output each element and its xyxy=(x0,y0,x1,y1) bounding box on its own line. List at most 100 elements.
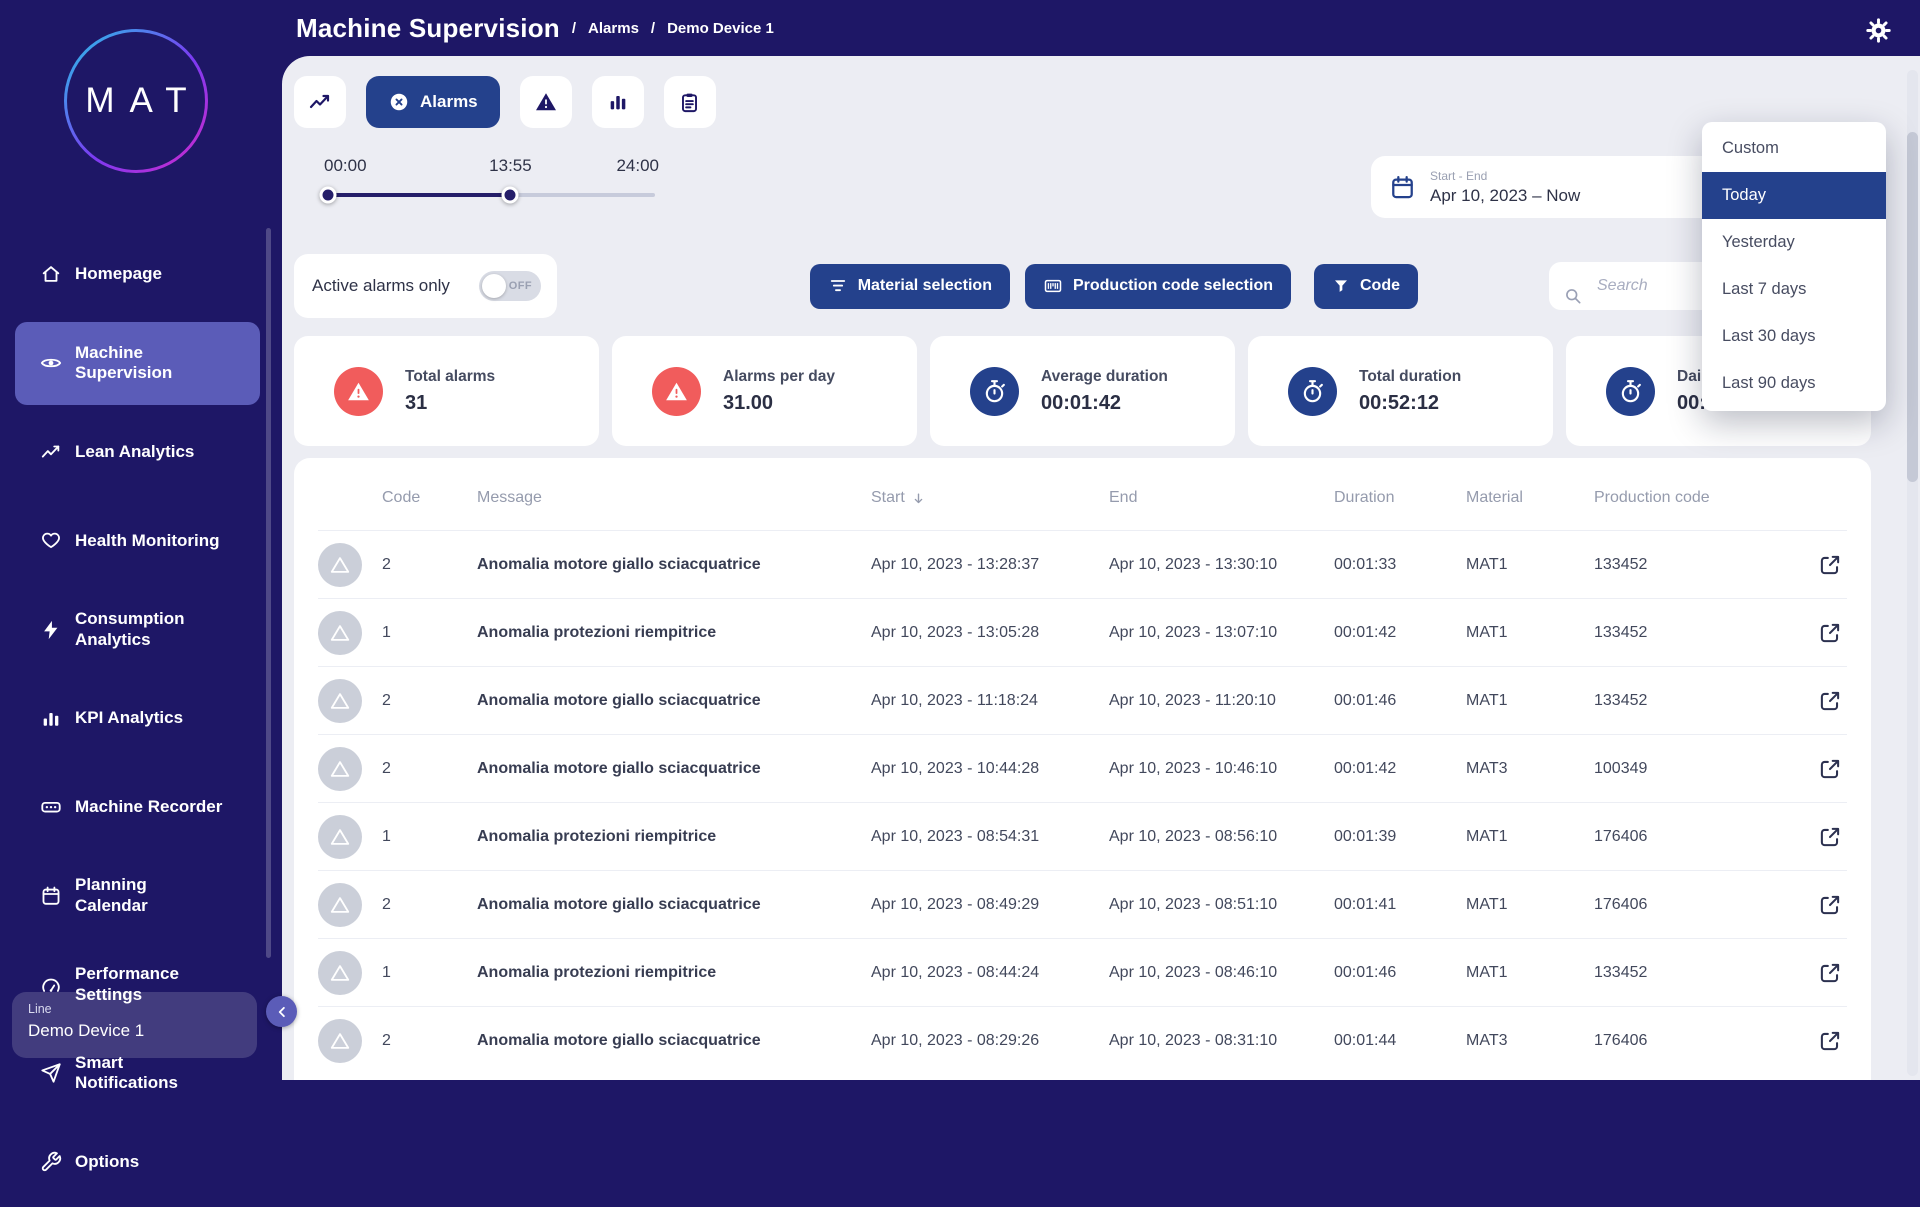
col-start-sort[interactable]: Start xyxy=(871,489,1109,507)
date-preset-option[interactable]: Yesterday xyxy=(1702,219,1886,266)
open-alarm-detail-button[interactable] xyxy=(1813,820,1847,854)
page-scrollbar-thumb[interactable] xyxy=(1907,132,1918,482)
col-message: Message xyxy=(477,489,871,507)
open-alarm-detail-button[interactable] xyxy=(1813,1024,1847,1058)
breadcrumb-device[interactable]: Demo Device 1 xyxy=(667,20,774,37)
alarm-message-cell: Anomalia motore giallo sciacquatrice xyxy=(477,896,871,914)
time-range-slider: 00:00 13:55 24:00 xyxy=(328,156,655,197)
tab-alert-list[interactable] xyxy=(520,76,572,128)
stat-card-total-duration: Total duration 00:52:12 xyxy=(1248,336,1553,446)
sidebar-item-health-monitoring[interactable]: Health Monitoring xyxy=(15,499,260,582)
active-alarms-toggle[interactable]: OFF xyxy=(479,271,541,301)
material-selection-button[interactable]: Material selection xyxy=(810,264,1010,309)
sidebar-item-planning-calendar[interactable]: Planning Calendar xyxy=(15,854,260,937)
tab-report[interactable] xyxy=(664,76,716,128)
open-alarm-detail-button[interactable] xyxy=(1813,616,1847,650)
alarm-message-cell: Anomalia protezioni riempitrice xyxy=(477,964,871,982)
alarm-state-icon xyxy=(318,679,362,723)
table-row: 2 Anomalia motore giallo sciacquatrice A… xyxy=(318,666,1847,734)
alarm-material-cell: MAT1 xyxy=(1466,692,1594,710)
sidebar-item-lean-analytics[interactable]: Lean Analytics xyxy=(15,411,260,494)
table-row: 2 Anomalia motore giallo sciacquatrice A… xyxy=(318,734,1847,802)
sidebar-item-machine-supervision[interactable]: Machine Supervision xyxy=(15,322,260,405)
tab-bar-chart[interactable] xyxy=(592,76,644,128)
sidebar-item-options[interactable]: Options xyxy=(15,1121,260,1204)
alarm-code-cell: 2 xyxy=(382,896,477,914)
open-alarm-detail-button[interactable] xyxy=(1813,684,1847,718)
settings-gear-button[interactable] xyxy=(1863,15,1894,46)
alarm-end-cell: Apr 10, 2023 - 10:46:10 xyxy=(1109,760,1334,778)
slider-current-label: 13:55 xyxy=(489,156,532,176)
date-preset-option[interactable]: Last 7 days xyxy=(1702,266,1886,313)
alarm-end-cell: Apr 10, 2023 - 13:07:10 xyxy=(1109,624,1334,642)
alarm-code-cell: 1 xyxy=(382,964,477,982)
alarm-end-cell: Apr 10, 2023 - 11:20:10 xyxy=(1109,692,1334,710)
view-tabs: Alarms xyxy=(294,76,1871,128)
breadcrumb-separator: / xyxy=(572,20,576,37)
table-row: 2 Anomalia motore giallo sciacquatrice A… xyxy=(318,1006,1847,1074)
open-alarm-detail-button[interactable] xyxy=(1813,548,1847,582)
stopwatch-icon xyxy=(970,367,1019,416)
open-in-new-icon xyxy=(1817,1028,1843,1054)
eye-icon xyxy=(40,332,62,395)
breadcrumb-separator: / xyxy=(651,20,655,37)
toggle-knob xyxy=(482,274,506,298)
breadcrumb-alarms[interactable]: Alarms xyxy=(588,20,639,37)
bar-chart-icon xyxy=(607,91,629,113)
date-preset-option[interactable]: Today xyxy=(1702,172,1886,219)
alarm-message-cell: Anomalia protezioni riempitrice xyxy=(477,828,871,846)
open-alarm-detail-button[interactable] xyxy=(1813,956,1847,990)
tab-trend-chart[interactable] xyxy=(294,76,346,128)
slider-handle-start[interactable] xyxy=(320,187,337,204)
sidebar: MAT Homepage Machine Supervision xyxy=(0,0,282,1080)
open-alarm-detail-button[interactable] xyxy=(1813,888,1847,922)
alarm-message-cell: Anomalia motore giallo sciacquatrice xyxy=(477,692,871,710)
tab-alarms[interactable]: Alarms xyxy=(366,76,500,128)
report-icon xyxy=(678,91,701,114)
material-filter-icon xyxy=(828,276,848,296)
alarm-state-icon xyxy=(318,611,362,655)
sidebar-scrollbar[interactable] xyxy=(266,228,271,958)
open-in-new-icon xyxy=(1817,552,1843,578)
table-row: 2 Anomalia motore giallo sciacquatrice A… xyxy=(318,870,1847,938)
sidebar-collapse-button[interactable] xyxy=(266,996,297,1027)
alarm-end-cell: Apr 10, 2023 - 13:30:10 xyxy=(1109,556,1334,574)
production-code-selection-button[interactable]: Production code selection xyxy=(1025,264,1291,309)
line-selector-card[interactable]: Line Demo Device 1 xyxy=(12,992,257,1058)
filters-row: Active alarms only OFF Material selectio… xyxy=(294,254,1871,318)
alarm-state-icon xyxy=(318,883,362,927)
date-preset-option[interactable]: Custom xyxy=(1702,125,1886,172)
open-in-new-icon xyxy=(1817,756,1843,782)
alarm-circle-x-icon xyxy=(388,91,410,113)
alarm-start-cell: Apr 10, 2023 - 11:18:24 xyxy=(871,692,1109,710)
alarm-duration-cell: 00:01:33 xyxy=(1334,556,1466,574)
open-in-new-icon xyxy=(1817,892,1843,918)
col-material: Material xyxy=(1466,489,1594,507)
alarm-start-cell: Apr 10, 2023 - 10:44:28 xyxy=(871,760,1109,778)
alarm-message-cell: Anomalia motore giallo sciacquatrice xyxy=(477,1032,871,1050)
alarm-start-cell: Apr 10, 2023 - 13:05:28 xyxy=(871,624,1109,642)
alarm-duration-cell: 00:01:46 xyxy=(1334,964,1466,982)
code-filter-button[interactable]: Code xyxy=(1314,264,1418,309)
recorder-icon xyxy=(40,776,62,839)
alarm-production-code-cell: 100349 xyxy=(1594,760,1787,778)
slider-track[interactable] xyxy=(328,193,655,197)
date-preset-option[interactable]: Last 90 days xyxy=(1702,360,1886,407)
date-range-picker[interactable]: Start - End Apr 10, 2023 – Now xyxy=(1371,156,1745,218)
sidebar-item-homepage[interactable]: Homepage xyxy=(15,233,260,316)
alarm-end-cell: Apr 10, 2023 - 08:51:10 xyxy=(1109,896,1334,914)
date-preset-option[interactable]: Last 30 days xyxy=(1702,313,1886,360)
top-bar: Machine Supervision / Alarms / Demo Devi… xyxy=(296,0,774,56)
slider-handle-end[interactable] xyxy=(502,187,519,204)
sidebar-item-kpi-analytics[interactable]: KPI Analytics xyxy=(15,677,260,760)
sidebar-item-consumption-analytics[interactable]: Consumption Analytics xyxy=(15,588,260,671)
sidebar-item-machine-recorder[interactable]: Machine Recorder xyxy=(15,766,260,849)
main-content: Alarms xyxy=(282,56,1920,1080)
stat-label: Alarms per day xyxy=(723,368,835,386)
alarm-start-cell: Apr 10, 2023 - 13:28:37 xyxy=(871,556,1109,574)
alarm-end-cell: Apr 10, 2023 - 08:46:10 xyxy=(1109,964,1334,982)
alarm-start-cell: Apr 10, 2023 - 08:44:24 xyxy=(871,964,1109,982)
alarm-state-icon xyxy=(318,747,362,791)
open-alarm-detail-button[interactable] xyxy=(1813,752,1847,786)
stat-value: 00:52:12 xyxy=(1359,392,1461,415)
